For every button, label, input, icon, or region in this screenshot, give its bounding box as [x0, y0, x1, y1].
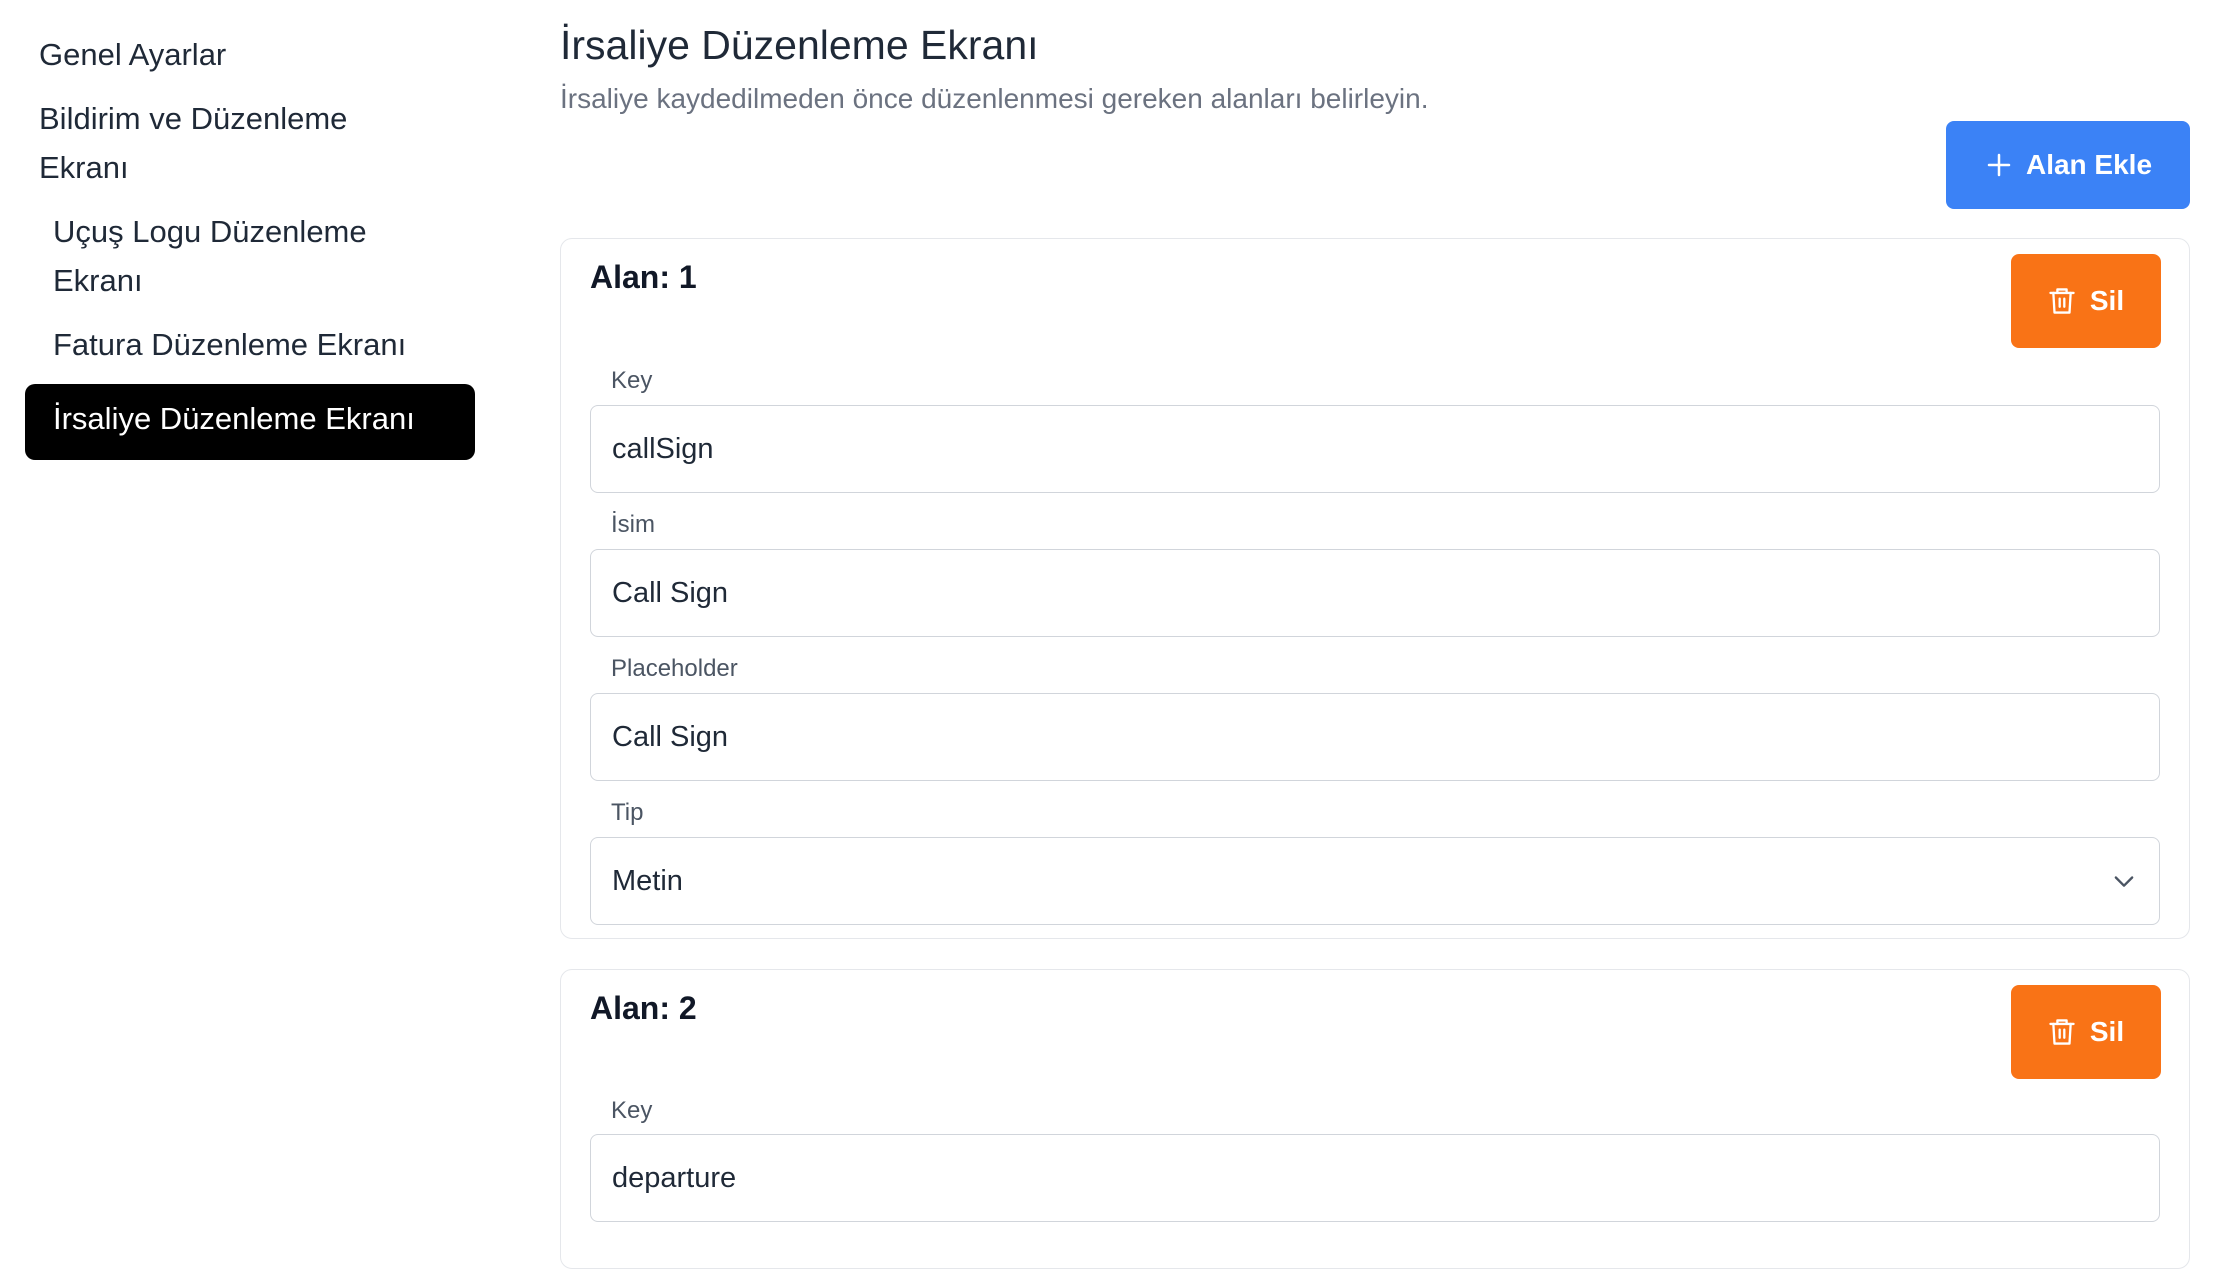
sidebar: Genel Ayarlar Bildirim ve Düzenleme Ekra…: [25, 30, 475, 460]
field-card: Alan: 1 Sil Key callSign İsim Call Sign …: [560, 238, 2190, 939]
name-label: İsim: [611, 511, 655, 538]
placeholder-input-value: Call Sign: [612, 720, 729, 753]
key-label: Key: [611, 1097, 653, 1124]
field-card-title: Alan: 2: [590, 990, 697, 1026]
type-select[interactable]: Metin: [590, 837, 2160, 925]
sidebar-item-label: İrsaliye Düzenleme Ekranı: [53, 401, 415, 436]
field-card: Alan: 2 Sil Key departure: [560, 969, 2190, 1269]
trash-icon: [2048, 286, 2076, 316]
plus-icon: [1984, 150, 2014, 180]
key-input[interactable]: callSign: [590, 405, 2160, 493]
page-title: İrsaliye Düzenleme Ekranı: [560, 22, 1039, 68]
trash-icon: [2048, 1017, 2076, 1047]
add-field-button[interactable]: Alan Ekle: [1946, 121, 2190, 209]
sidebar-item-bildirim[interactable]: Bildirim ve Düzenleme Ekranı: [25, 94, 425, 192]
delete-field-label: Sil: [2089, 1016, 2125, 1047]
key-input[interactable]: departure: [590, 1134, 2160, 1222]
key-label: Key: [611, 367, 653, 394]
sidebar-item-label: Genel Ayarlar: [39, 37, 227, 72]
add-field-label: Alan Ekle: [2025, 149, 2153, 180]
placeholder-input[interactable]: Call Sign: [590, 693, 2160, 781]
sidebar-item-irsaliye[interactable]: İrsaliye Düzenleme Ekranı: [25, 384, 475, 460]
sidebar-item-genel-ayarlar[interactable]: Genel Ayarlar: [25, 30, 475, 79]
sidebar-item-ucus-logu[interactable]: Uçuş Logu Düzenleme Ekranı: [25, 207, 425, 305]
name-input[interactable]: Call Sign: [590, 549, 2160, 637]
sidebar-item-fatura[interactable]: Fatura Düzenleme Ekranı: [25, 320, 475, 369]
field-card-title: Alan: 1: [590, 259, 697, 295]
placeholder-label: Placeholder: [611, 655, 738, 682]
delete-field-label: Sil: [2089, 285, 2125, 316]
page-subtitle: İrsaliye kaydedilmeden önce düzenlenmesi…: [560, 83, 1429, 114]
sidebar-item-label: Bildirim ve Düzenleme Ekranı: [39, 101, 348, 185]
key-input-value: callSign: [612, 432, 714, 465]
chevron-down-icon: [2110, 867, 2138, 895]
type-select-value: Metin: [612, 864, 683, 897]
key-input-value: departure: [612, 1161, 737, 1194]
sidebar-item-label: Fatura Düzenleme Ekranı: [53, 327, 407, 362]
sidebar-item-label: Uçuş Logu Düzenleme Ekranı: [53, 214, 367, 298]
delete-field-button[interactable]: Sil: [2011, 254, 2161, 348]
name-input-value: Call Sign: [612, 576, 729, 609]
type-label: Tip: [611, 799, 644, 826]
delete-field-button[interactable]: Sil: [2011, 985, 2161, 1079]
